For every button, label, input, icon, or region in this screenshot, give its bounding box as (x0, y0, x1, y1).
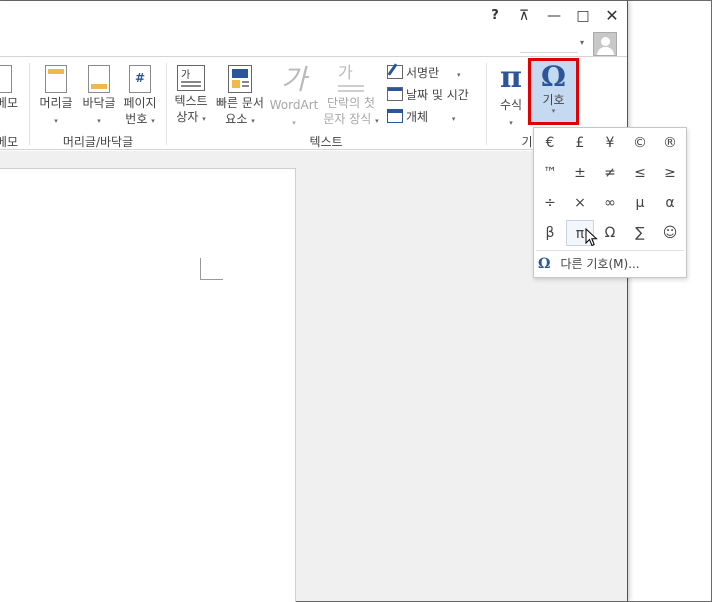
drop-cap-icon: 가 (336, 65, 366, 93)
textbox-icon: 가 (177, 65, 205, 91)
equation-button[interactable]: π 수식 ▾ (492, 63, 530, 131)
chevron-down-icon: ▾ (509, 119, 513, 127)
footer-icon (88, 65, 110, 93)
signature-line-button[interactable]: 서명란 ▾ (387, 64, 460, 84)
textbox-button[interactable]: 가 텍스트 상자 ▾ (170, 65, 212, 127)
header-icon (45, 65, 67, 93)
symbol-cell[interactable]: ∑ (626, 220, 654, 246)
minimize-button[interactable]: — (543, 7, 565, 25)
symbol-cell[interactable]: ∞ (596, 190, 624, 216)
date-time-icon (387, 87, 403, 101)
symbol-cell[interactable]: © (626, 130, 654, 156)
symbols-group-label: 기 (521, 135, 533, 149)
help-button[interactable]: ? (484, 7, 506, 25)
margin-corner-mark (200, 279, 223, 280)
chevron-down-icon: ▾ (292, 119, 296, 127)
more-symbols-button[interactable]: Ω 다른 기호(M)... (538, 254, 684, 274)
comment-icon (0, 65, 12, 93)
symbol-cell[interactable]: ≥ (656, 160, 684, 186)
symbol-cell[interactable]: € (536, 130, 564, 156)
margin-corner-mark (200, 258, 201, 279)
header-footer-group-label: 머리글/바닥글 (62, 135, 134, 149)
symbol-cell[interactable]: ± (566, 160, 594, 186)
wordart-button[interactable]: 가 WordArt ▾ (268, 65, 320, 131)
text-group-label: 텍스트 (309, 135, 343, 149)
word-window: ? ⊼ — □ ✕ ▾ 메모 메모 머리글 ▾ 바닥글 ▾ # 페이지 번호 ▾… (0, 1, 628, 602)
signature-line-icon (387, 65, 403, 79)
footer-button[interactable]: 바닥글 ▾ (79, 65, 119, 129)
symbol-cell[interactable]: β (536, 220, 564, 246)
quick-parts-button[interactable]: 빠른 문서 요소 ▾ (212, 65, 268, 129)
symbol-cell[interactable]: Ω (596, 220, 624, 246)
symbol-button[interactable]: Ω 기호 ▾ (528, 58, 579, 125)
chevron-down-icon: ▾ (551, 107, 556, 115)
mouse-pointer-icon (585, 228, 598, 247)
chevron-down-icon: ▾ (54, 117, 58, 125)
divider (536, 250, 684, 251)
account-name-box[interactable] (520, 33, 578, 53)
symbol-cell[interactable]: µ (626, 190, 654, 216)
date-time-button[interactable]: 날짜 및 시간 (387, 86, 469, 106)
symbol-cell[interactable]: ¥ (596, 130, 624, 156)
symbol-cell[interactable]: ≠ (596, 160, 624, 186)
page-number-icon: # (129, 65, 151, 93)
document-page[interactable] (0, 168, 296, 602)
title-bar: ? ⊼ — □ ✕ (0, 1, 628, 29)
avatar[interactable] (593, 32, 617, 56)
object-button[interactable]: 개체 ▾ (387, 108, 455, 128)
symbol-cell[interactable]: £ (566, 130, 594, 156)
symbol-cell[interactable]: α (656, 190, 684, 216)
page-number-button[interactable]: # 페이지 번호 ▾ (120, 65, 160, 129)
symbol-cell[interactable]: ™ (536, 160, 564, 186)
symbol-cell[interactable]: ☺ (656, 220, 684, 246)
header-button[interactable]: 머리글 ▾ (36, 65, 76, 129)
quick-parts-icon (228, 65, 252, 93)
chevron-down-icon: ▾ (456, 71, 461, 79)
chevron-down-icon: ▾ (97, 117, 101, 125)
group-divider (29, 63, 30, 145)
chevron-down-icon: ▾ (451, 115, 456, 123)
group-divider (486, 63, 487, 145)
object-icon (387, 109, 403, 123)
symbol-cell[interactable]: ÷ (536, 190, 564, 216)
symbol-gallery-dropdown: € £ ¥ © ® ™ ± ≠ ≤ ≥ ÷ × ∞ µ α β π Ω ∑ ☺ Ω 다른 기호(M)... (533, 127, 687, 278)
symbol-cell[interactable]: ® (656, 130, 684, 156)
account-dropdown-caret[interactable]: ▾ (580, 38, 584, 47)
symbol-cell[interactable]: ≤ (626, 160, 654, 186)
chevron-down-icon: ▾ (151, 117, 155, 125)
chevron-down-icon: ▾ (375, 117, 379, 125)
close-button[interactable]: ✕ (601, 7, 623, 25)
avatar-body-icon (597, 47, 614, 55)
wordart-icon: 가 (281, 63, 307, 96)
group-divider (166, 63, 167, 145)
maximize-button[interactable]: □ (572, 7, 594, 25)
ribbon-display-options-button[interactable]: ⊼ (513, 7, 535, 25)
pi-icon: π (500, 60, 522, 95)
chevron-down-icon: ▾ (251, 117, 255, 125)
avatar-head-icon (601, 37, 610, 46)
comments-group-label: 메모 (0, 135, 18, 149)
omega-icon: Ω (538, 256, 551, 272)
symbol-cell[interactable]: × (566, 190, 594, 216)
drop-cap-button[interactable]: 가 단락의 첫 문자 장식 ▾ (320, 65, 382, 129)
omega-icon: Ω (541, 60, 566, 93)
comment-button[interactable]: 메모 (0, 65, 18, 111)
chevron-down-icon: ▾ (202, 115, 206, 123)
